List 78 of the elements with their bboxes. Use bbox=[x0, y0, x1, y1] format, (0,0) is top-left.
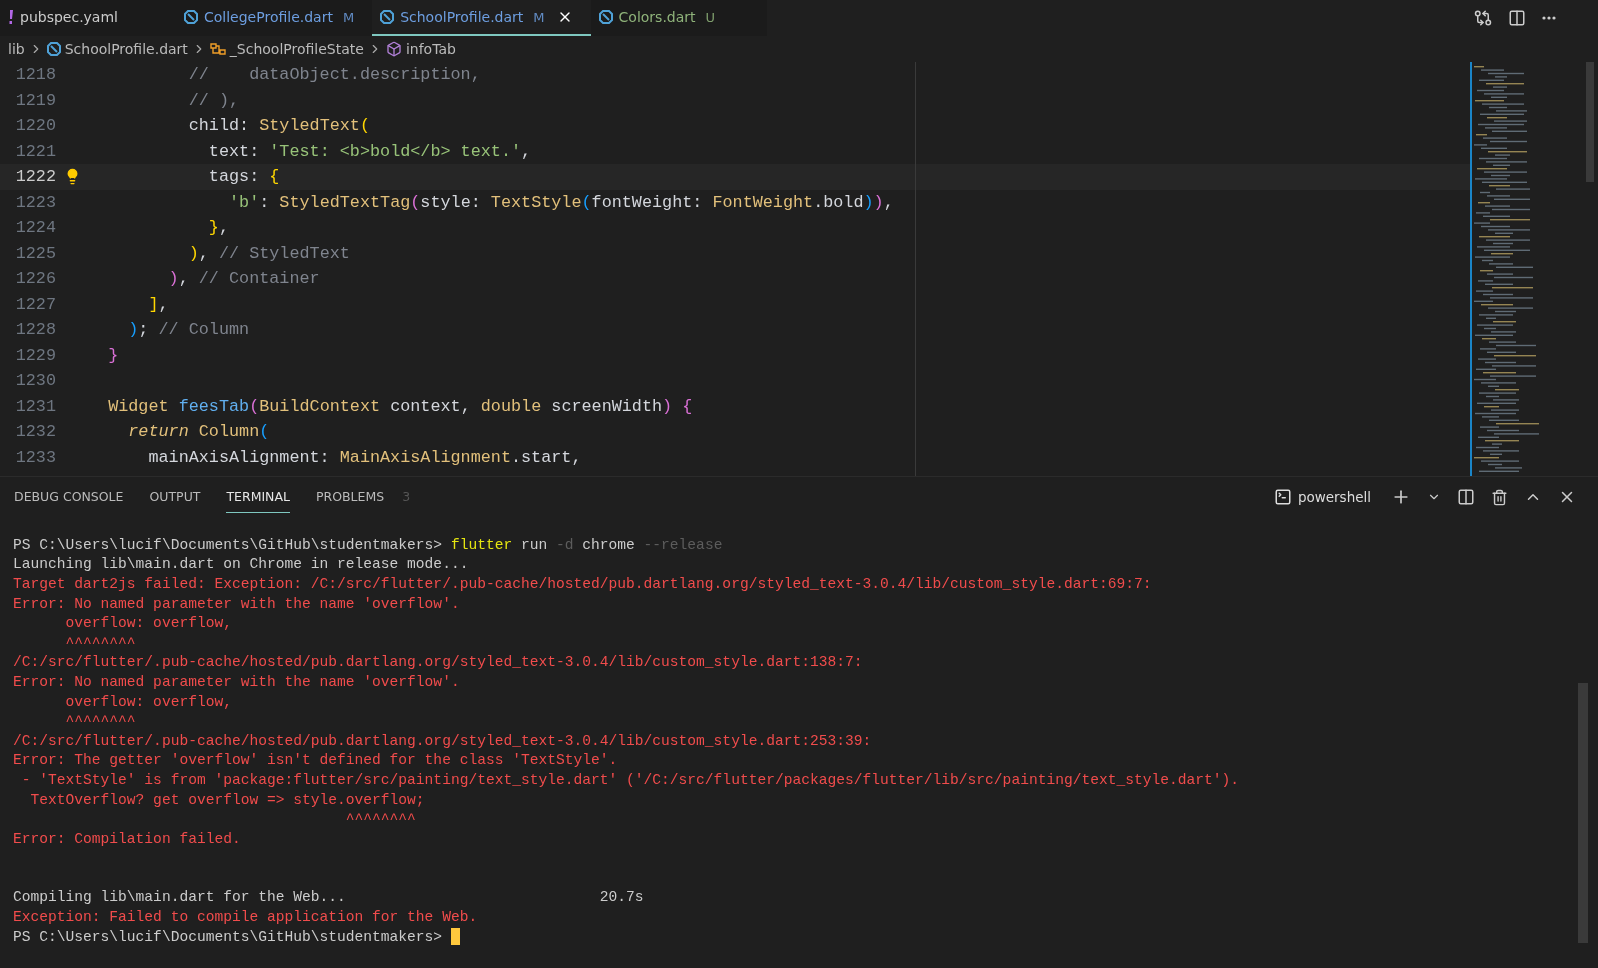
class-icon bbox=[209, 42, 226, 56]
terminal-line: PS C:\Users\lucif\Documents\GitHub\studentmakers> bbox=[13, 928, 444, 945]
code-line: child: StyledText( bbox=[187, 116, 370, 136]
dart-file-icon bbox=[380, 10, 395, 24]
split-icon bbox=[1508, 9, 1526, 27]
panel-tab[interactable]: DEBUG CONSOLE bbox=[14, 481, 124, 513]
terminal-line: ^^^^^^^^ bbox=[344, 811, 416, 828]
code-line: 'b': StyledTextTag(style: TextStyle(fontWeight: FontWeight.bold)), bbox=[228, 192, 894, 212]
line-number: 1232 bbox=[14, 422, 56, 442]
editor-tab[interactable]: CollegeProfile.dart M bbox=[176, 0, 373, 36]
code-line: // ), bbox=[187, 90, 240, 110]
breadcrumb-item[interactable]: _SchoolProfileState bbox=[229, 41, 364, 57]
code-line: mainAxisAlignment: MainAxisAlignment.start, bbox=[147, 447, 582, 467]
terminal-line: TextOverflow? get overflow => style.overflow; bbox=[29, 791, 425, 808]
dart-file-icon bbox=[598, 10, 613, 24]
line-number: 1230 bbox=[14, 371, 56, 391]
dart-file-icon bbox=[184, 10, 198, 24]
ellipsis-icon bbox=[1542, 16, 1556, 20]
terminal-shell-button[interactable]: powershell bbox=[1267, 487, 1377, 507]
line-number: 1228 bbox=[14, 320, 56, 340]
line-number: 1223 bbox=[14, 192, 56, 212]
panel-tab[interactable]: TERMINAL bbox=[226, 481, 290, 513]
dart-file-icon bbox=[46, 42, 61, 56]
code-line: Widget feesTab(BuildContext context, double screenWidth) { bbox=[107, 396, 693, 416]
code-line: ], bbox=[147, 294, 169, 314]
line-number: 1222 bbox=[14, 167, 56, 187]
editor-tab[interactable]: pubspec.yaml bbox=[0, 0, 176, 36]
terminal-line: PS C:\Users\lucif\Documents\GitHub\studentmakers> flutter run -d chrome --release bbox=[13, 536, 723, 553]
cube-icon bbox=[385, 41, 402, 57]
terminal-line: ^^^^^^^^ bbox=[64, 713, 136, 730]
scrollbar-icon bbox=[1586, 62, 1594, 182]
code-line: return Column( bbox=[127, 422, 270, 442]
code-line: ), // Container bbox=[167, 269, 320, 289]
line-number: 1219 bbox=[14, 90, 56, 110]
terminal-line: Target dart2js failed: Exception: /C:/src/flutter/.pub-cache/hosted/pub.dartlang.org/styled_text-3.0.4/lib/custom_style.dart:69:7: bbox=[13, 576, 1152, 592]
line-number: 1220 bbox=[14, 116, 56, 136]
terminal-line: - 'TextStyle' is from 'package:flutter/src/painting/text_style.dart' ('/C:/src/flutter/packages/flutter/lib/src/painting/text_style.dart'). bbox=[20, 771, 1240, 788]
code-line: // dataObject.description, bbox=[187, 65, 481, 85]
line-number: 1233 bbox=[14, 447, 56, 467]
terminal-icon bbox=[1273, 488, 1292, 506]
more-actions-button[interactable] bbox=[1540, 14, 1558, 22]
terminal-line: Error: Compilation failed. bbox=[13, 830, 241, 847]
code-line: tags: { bbox=[207, 167, 280, 187]
code-line: ); // Column bbox=[127, 320, 250, 340]
trash-icon bbox=[1491, 488, 1508, 506]
terminal-line: /C:/src/flutter/.pub-cache/hosted/pub.dartlang.org/styled_text-3.0.4/lib/custom_style.dart:253:39: bbox=[13, 732, 872, 749]
line-number: 1229 bbox=[14, 345, 56, 365]
line-number: 1225 bbox=[14, 243, 56, 263]
scrollbar-icon bbox=[1578, 683, 1588, 943]
code-line: } bbox=[107, 345, 119, 365]
terminal-line: Error: No named parameter with the name 'overflow'. bbox=[13, 673, 460, 690]
terminal-line: /C:/src/flutter/.pub-cache/hosted/pub.dartlang.org/styled_text-3.0.4/lib/custom_style.dart:138:7: bbox=[13, 654, 863, 671]
line-number: 1227 bbox=[14, 294, 56, 314]
exclamation-icon bbox=[8, 10, 14, 24]
compare-icon bbox=[1474, 9, 1492, 27]
terminal-line: Exception: Failed to compile application for the Web. bbox=[13, 909, 478, 926]
terminal-line: ^^^^^^^^ bbox=[64, 634, 136, 651]
terminal-line: overflow: overflow, bbox=[64, 693, 232, 710]
line-number: 1218 bbox=[14, 65, 56, 85]
breadcrumb-item[interactable]: SchoolProfile.dart bbox=[64, 41, 188, 57]
code-line: }, bbox=[207, 218, 229, 238]
editor-tab[interactable]: Colors.dart U bbox=[590, 0, 767, 36]
terminal-line: Compiling lib\main.dart for the Web... 20.7s bbox=[13, 889, 644, 906]
line-number: 1224 bbox=[14, 218, 56, 238]
terminal-line: overflow: overflow, bbox=[64, 615, 232, 632]
line-number: 1226 bbox=[14, 269, 56, 289]
terminal-line: Error: No named parameter with the name 'overflow'. bbox=[13, 595, 460, 612]
terminal-line: Error: The getter 'overflow' isn't defined for the class 'TextStyle'. bbox=[13, 752, 618, 769]
code-line: text: 'Test: <b>bold</b> text.', bbox=[207, 141, 532, 161]
panel-tab[interactable]: OUTPUT bbox=[149, 481, 201, 513]
breadcrumb-item[interactable]: lib bbox=[8, 41, 25, 57]
terminal-cursor bbox=[450, 928, 460, 946]
split-icon bbox=[1457, 488, 1475, 506]
code-line: ), // StyledText bbox=[187, 243, 350, 263]
line-number: 1221 bbox=[14, 141, 56, 161]
breadcrumb-item[interactable]: infoTab bbox=[405, 41, 456, 57]
terminal-line: Launching lib\main.dart on Chrome in release mode... bbox=[13, 556, 469, 573]
line-number: 1231 bbox=[14, 396, 56, 416]
